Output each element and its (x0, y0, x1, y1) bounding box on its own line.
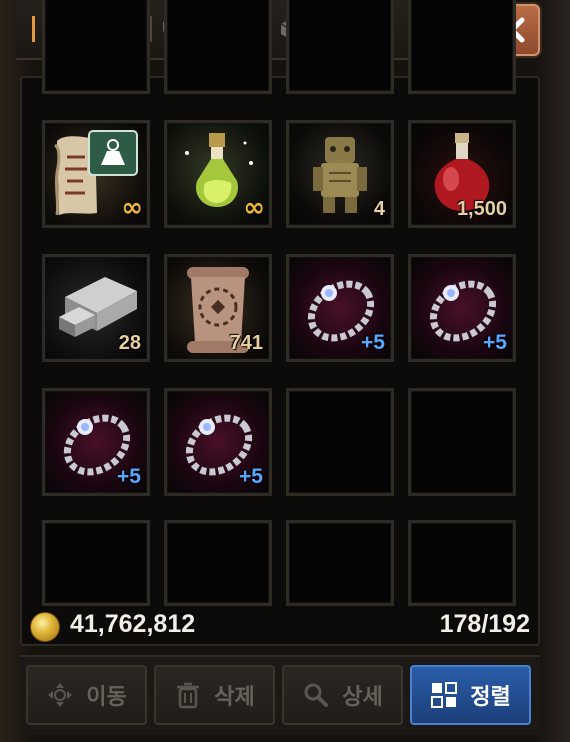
delete-button-label: 삭제 (214, 685, 255, 710)
sort-button[interactable]: 정렬 (410, 665, 531, 725)
infinite-badge: ∞ (243, 193, 265, 223)
item-quantity: 1,500 (456, 198, 507, 220)
item-quantity: 4 (373, 198, 385, 220)
inventory-slot-partial[interactable] (42, 0, 150, 94)
gold-amount: 41,762,812 (70, 610, 196, 638)
inventory-slot-partial[interactable] (408, 0, 516, 94)
inventory-slot[interactable]: +5 (286, 254, 394, 362)
inventory-slot-empty[interactable] (164, 520, 272, 606)
inventory-slot[interactable]: 1,500 (408, 120, 516, 228)
item-quantity: 28 (118, 332, 141, 354)
inventory-slot[interactable]: ∞ (42, 120, 150, 228)
infinite-badge: ∞ (121, 193, 143, 223)
magnifier-icon (304, 683, 329, 707)
inventory-slot[interactable]: +5 (408, 254, 516, 362)
sort-button-label: 정렬 (470, 685, 511, 710)
action-bar: 이동 삭제 상세 정렬 (20, 655, 540, 735)
inventory-slot-empty[interactable] (286, 520, 394, 606)
enhance-level: +5 (117, 465, 141, 488)
inventory-slot-empty[interactable] (286, 388, 394, 496)
inventory-slot[interactable]: +5 (42, 388, 150, 496)
active-tab-indicator (32, 16, 35, 42)
inventory-slot[interactable]: 741 (164, 254, 272, 362)
inventory-slot[interactable]: 4 (286, 120, 394, 228)
trash-icon (177, 682, 200, 709)
move-button[interactable]: 이동 (26, 665, 147, 725)
inventory-slot-empty[interactable] (42, 520, 150, 606)
gold-coin-icon (30, 612, 60, 642)
item-quantity: 741 (229, 332, 263, 354)
inventory-capacity: 178/192 (439, 610, 530, 638)
move-icon (48, 683, 73, 707)
enhance-level: +5 (483, 331, 507, 354)
enhance-level: +5 (361, 331, 385, 354)
move-button-label: 이동 (86, 685, 127, 710)
enhance-level: +5 (239, 465, 263, 488)
detail-button[interactable]: 상세 (282, 665, 403, 725)
inventory-slot-partial[interactable] (286, 0, 394, 94)
inventory-slot-empty[interactable] (408, 520, 516, 606)
inventory-slot[interactable]: 28 (42, 254, 150, 362)
sort-grid-icon (431, 682, 458, 708)
detail-button-label: 상세 (342, 685, 383, 710)
inventory-slot-partial[interactable] (164, 0, 272, 94)
inventory-panel: ∞ ∞ 4 1,500 28 741 +5 +5 +5 +5 (20, 0, 540, 646)
inventory-window: 전체 장비 기타 (0, 0, 570, 742)
inventory-slot-empty[interactable] (408, 388, 516, 496)
inventory-slot[interactable]: ∞ (164, 120, 272, 228)
delete-button[interactable]: 삭제 (154, 665, 275, 725)
inventory-slot[interactable]: +5 (164, 388, 272, 496)
